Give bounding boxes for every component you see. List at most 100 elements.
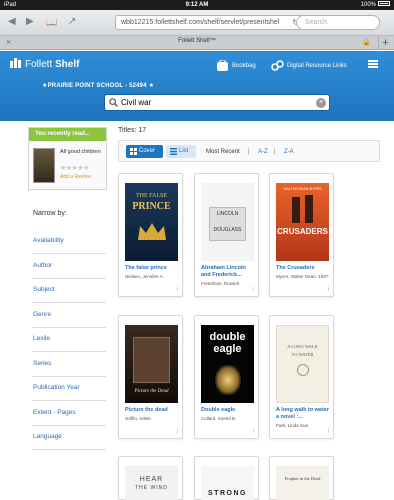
recently-read-panel: You recently read... All good children ★… (28, 127, 107, 190)
tab-title[interactable]: Follett Shelf™ (0, 38, 394, 44)
bookbag-button[interactable]: Bookbag (216, 60, 256, 71)
facet-series[interactable]: Series (32, 352, 106, 377)
book-cover[interactable]: LINCOLN DOUGLASS (201, 183, 254, 261)
cover-photo (133, 337, 170, 383)
shelf-logo-icon (10, 58, 21, 68)
browser-search-input[interactable]: Search (296, 15, 380, 30)
book-title[interactable]: The false prince (125, 265, 181, 272)
cover-text: PRINCE (132, 201, 171, 212)
tab-bar: × Follett Shelf™ 🔒 + (0, 36, 394, 50)
book-card[interactable]: LINCOLN DOUGLASS Abraham Lincoln and Fre… (194, 173, 259, 297)
book-card[interactable]: WALTER DEAN MYERS CRUSADERS The Crusader… (269, 173, 334, 297)
book-title[interactable]: A long walk to water a novel :... (276, 407, 332, 421)
book-title[interactable]: The Crusaders (276, 265, 332, 272)
book-author: Nielsen, Jennifer A. (125, 274, 164, 279)
sort-most-recent[interactable]: Most Recent (206, 149, 240, 155)
brand-prefix: Follett (25, 59, 53, 70)
sort-z-a[interactable]: Z-A (284, 149, 294, 155)
new-tab-icon[interactable]: + (378, 36, 392, 50)
facet-publication-year[interactable]: Publication Year (32, 376, 106, 401)
cover-text: eagle (213, 343, 242, 355)
cover-emblem (297, 364, 309, 376)
cover-text: STRONG (208, 490, 247, 497)
book-card[interactable]: Prophet in the Dead (269, 456, 334, 500)
add-review-link[interactable]: Add a Review (60, 174, 91, 180)
status-bar: iPad 9:12 AM 100% (0, 0, 394, 10)
cover-text: HEAR (139, 476, 164, 483)
info-icon[interactable]: i (177, 429, 178, 435)
bookmarks-icon[interactable]: 📖 (46, 16, 57, 28)
cover-figure (305, 195, 313, 223)
book-cover[interactable]: double eagle (201, 325, 254, 403)
info-icon[interactable]: i (253, 429, 254, 435)
view-sort-bar: Cover List Most Recent | A-Z | Z-A (118, 140, 380, 162)
crown-illustration (138, 223, 166, 240)
cover-text: LINCOLN (216, 211, 239, 217)
book-author: Collard, Sneed B. (201, 416, 237, 421)
facet-extent-pages[interactable]: Extent - Pages (32, 401, 106, 426)
bookbag-icon (217, 60, 228, 71)
share-icon[interactable]: ↗ (68, 16, 76, 28)
book-title[interactable]: Abraham Lincoln and Frederick... (201, 265, 257, 279)
back-icon[interactable]: ◀ (8, 16, 16, 28)
info-icon[interactable]: i (328, 429, 329, 435)
cover-glow (215, 365, 241, 395)
battery-percent: 100% (360, 2, 376, 8)
book-author: Park, Linda Sue. (276, 423, 310, 428)
book-cover[interactable]: HEAR THE WIND (125, 466, 178, 500)
book-card[interactable]: A LONG WALK TO WATER A long walk to wate… (269, 315, 334, 439)
book-cover[interactable]: WALTER DEAN MYERS CRUSADERS (276, 183, 329, 261)
address-bar[interactable]: wbb12215.follettshelf.com/shelf/servlet/… (115, 15, 303, 30)
recently-read-heading: You recently read... (29, 128, 106, 141)
book-card[interactable]: THE FALSE PRINCE The false prince Nielse… (118, 173, 183, 297)
list-view-button[interactable]: List (166, 145, 196, 158)
cover-view-label: Cover (139, 148, 156, 154)
recent-book-title[interactable]: All good children (60, 149, 101, 156)
book-title[interactable]: Double eagle (201, 407, 257, 414)
cover-view-button[interactable]: Cover (126, 145, 163, 158)
book-cover[interactable]: Picture the Dead (125, 325, 178, 403)
facet-subject[interactable]: Subject (32, 278, 106, 303)
facet-lexile[interactable]: Lexile (32, 327, 106, 352)
facet-genre[interactable]: Genre (32, 303, 106, 328)
clock: 9:12 AM (185, 2, 209, 8)
url-text: wbb12215.follettshelf.com/shelf/servlet/… (121, 19, 280, 26)
grid-icon (130, 148, 137, 155)
clear-search-icon[interactable]: × (316, 98, 326, 108)
book-cover[interactable]: STRONG (201, 466, 254, 500)
info-icon[interactable]: i (177, 287, 178, 293)
school-name: ★PRAIRIE POINT SCHOOL - 52494 ★ (42, 83, 155, 89)
digital-resources-button[interactable]: Digital Resource Links (271, 60, 347, 71)
book-card[interactable]: STRONG (194, 456, 259, 500)
book-title[interactable]: Picture the dead (125, 407, 181, 414)
brand-logo[interactable]: Follett Shelf (10, 58, 79, 70)
book-author: Freedman, Russell. (201, 281, 241, 286)
book-cover[interactable]: Prophet in the Dead (276, 466, 329, 500)
forward-icon[interactable]: ▶ (26, 16, 34, 28)
hamburger-menu-icon[interactable] (368, 60, 378, 68)
cover-text: Prophet in the Dead (284, 476, 321, 481)
cover-text: double (209, 331, 246, 343)
bookbag-label: Bookbag (232, 63, 256, 70)
book-cover[interactable]: A LONG WALK TO WATER (276, 325, 329, 403)
recent-book-cover[interactable] (33, 148, 55, 183)
facet-availability[interactable]: Availability (32, 229, 106, 254)
sort-separator: | (274, 149, 276, 155)
info-icon[interactable]: i (328, 287, 329, 293)
results-count: Titles: 17 (118, 127, 147, 134)
book-card[interactable]: HEAR THE WIND (118, 456, 183, 500)
info-icon[interactable]: i (253, 287, 254, 293)
book-card[interactable]: double eagle Double eagle Collard, Sneed… (194, 315, 259, 439)
list-view-label: List (179, 148, 189, 154)
app-header: Follett Shelf Bookbag Digital Resource L… (0, 51, 394, 121)
facet-language[interactable]: Language (32, 425, 106, 450)
catalog-search-input[interactable]: Civil war × (104, 94, 330, 111)
rating-stars[interactable]: ★★★★★ (60, 164, 89, 172)
sort-separator: | (248, 149, 250, 155)
search-query: Civil war (121, 98, 152, 107)
book-cover[interactable]: THE FALSE PRINCE (125, 183, 178, 261)
book-card[interactable]: Picture the Dead Picture the dead Griffi… (118, 315, 183, 439)
facet-author[interactable]: Author (32, 254, 106, 279)
cover-text: DOUGLASS (213, 227, 242, 233)
sort-a-z[interactable]: A-Z (258, 149, 268, 155)
